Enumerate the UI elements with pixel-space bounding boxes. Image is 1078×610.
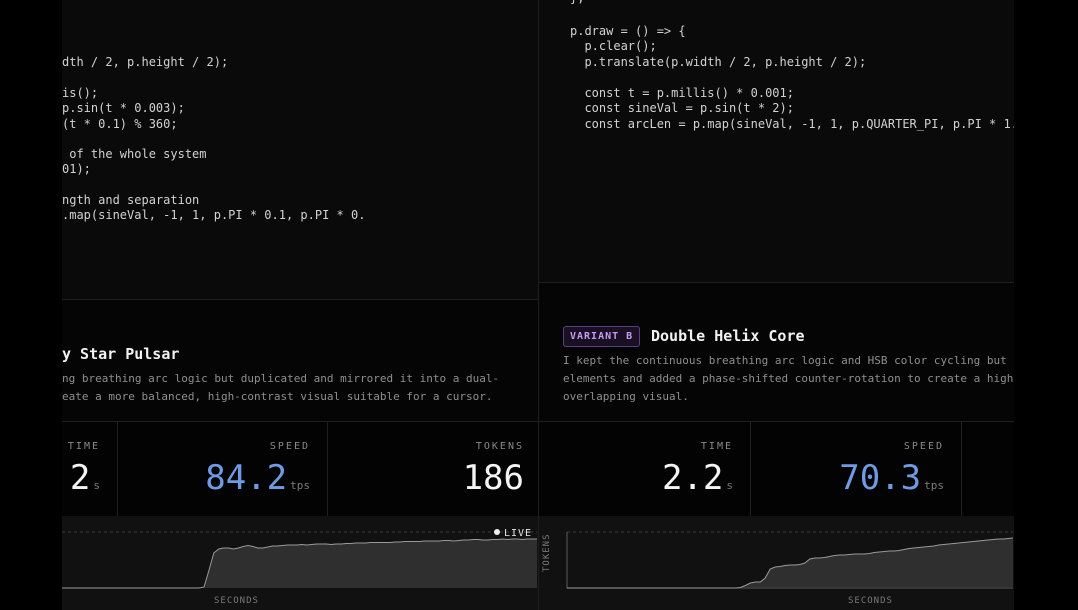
variant-b-panel: }; p.draw = () => { p.clear(); p.transla…: [539, 0, 1014, 610]
tokens-chart: LIVE SECONDS: [62, 516, 538, 610]
code-line: is();: [62, 86, 99, 100]
live-label: LIVE: [504, 528, 533, 539]
stat-value: 70.3 tps: [839, 458, 944, 498]
time-unit: s: [93, 479, 100, 492]
variant-header: VARIANT B Double Helix Core I kept the c…: [539, 283, 1014, 420]
chart-area: [62, 539, 537, 588]
variant-description: I kept the continuous breathing arc logi…: [563, 354, 1014, 403]
x-axis-label: SECONDS: [848, 596, 893, 606]
stat-label: TIME: [67, 441, 100, 452]
tokens-chart: TOKENS SECONDS: [539, 516, 1014, 610]
chart-plot: [62, 531, 537, 589]
stat-time: TIME 2.2 s: [539, 422, 751, 516]
code-line: const arcLen = p.map(sineVal, -1, 1, p.Q…: [570, 117, 1014, 131]
chart-area: [567, 538, 1013, 588]
code-line: p.clear();: [570, 39, 657, 53]
speed-unit: tps: [290, 479, 310, 492]
code-line: (t * 0.1) % 360;: [62, 117, 178, 131]
screen: dth / 2, p.height / 2); is(); p.sin(t * …: [0, 0, 1078, 610]
stat-time: TIME .2s: [62, 422, 118, 516]
live-dot-icon: [494, 529, 500, 535]
chart-plot: [566, 531, 1014, 589]
time-value: .2: [62, 458, 91, 498]
speed-value: 70.3: [839, 458, 922, 498]
live-indicator: LIVE: [494, 528, 532, 539]
y-axis-label: TOKENS: [542, 533, 552, 572]
variant-a-panel: dth / 2, p.height / 2); is(); p.sin(t * …: [62, 0, 539, 610]
stat-value: 2.2 s: [662, 458, 733, 498]
variant-badge: VARIANT B: [563, 326, 641, 347]
code-line: p.draw = () => {: [570, 24, 686, 38]
time-value: 2.2: [661, 458, 724, 498]
variant-description: ng breathing arc logic but duplicated an…: [62, 372, 500, 403]
stats-row: TIME .2s SPEED 84.2tps TOKENS 186: [62, 421, 538, 517]
code-line: };: [570, 0, 584, 6]
stat-tokens: TOKENS 186: [328, 422, 538, 516]
code-line: .map(sineVal, -1, 1, p.PI * 0.1, p.PI * …: [62, 208, 366, 222]
stat-speed: SPEED 84.2 tps: [118, 422, 328, 516]
speed-unit: tps: [924, 479, 944, 492]
code-line: p.translate(p.width / 2, p.height / 2);: [570, 55, 867, 69]
x-axis-label: SECONDS: [214, 596, 259, 606]
tokens-value: 186: [462, 458, 524, 498]
stat-label: SPEED: [903, 441, 944, 452]
code-line: dth / 2, p.height / 2);: [62, 55, 229, 69]
speed-value: 84.2: [205, 458, 288, 498]
stat-label: TIME: [700, 441, 733, 452]
code-line: ngth and separation: [62, 193, 200, 207]
stats-row: TIME 2.2 s SPEED 70.3 tps: [539, 421, 1014, 517]
comparison-viewport: dth / 2, p.height / 2); is(); p.sin(t * …: [62, 0, 1014, 610]
stat-value: 84.2 tps: [205, 458, 310, 498]
variant-title: y Star Pulsar: [62, 345, 180, 363]
stat-label: TOKENS: [475, 441, 524, 452]
code-line: 01);: [62, 162, 91, 176]
stat-value: .2s: [62, 458, 100, 498]
code-editor[interactable]: }; p.draw = () => { p.clear(); p.transla…: [539, 0, 1014, 283]
variant-title: Double Helix Core: [651, 327, 805, 345]
stat-value: 186: [463, 458, 524, 498]
time-unit: s: [726, 479, 733, 492]
code-line: of the whole system: [62, 147, 207, 161]
code-line: const t = p.millis() * 0.001;: [570, 86, 794, 100]
code-line: p.sin(t * 0.003);: [62, 101, 185, 115]
stat-label: SPEED: [269, 441, 310, 452]
code-line: const sineVal = p.sin(t * 2);: [570, 101, 794, 115]
code-editor[interactable]: dth / 2, p.height / 2); is(); p.sin(t * …: [62, 0, 538, 300]
stat-speed: SPEED 70.3 tps: [751, 422, 962, 516]
variant-header: y Star Pulsar ng breathing arc logic but…: [62, 300, 538, 420]
